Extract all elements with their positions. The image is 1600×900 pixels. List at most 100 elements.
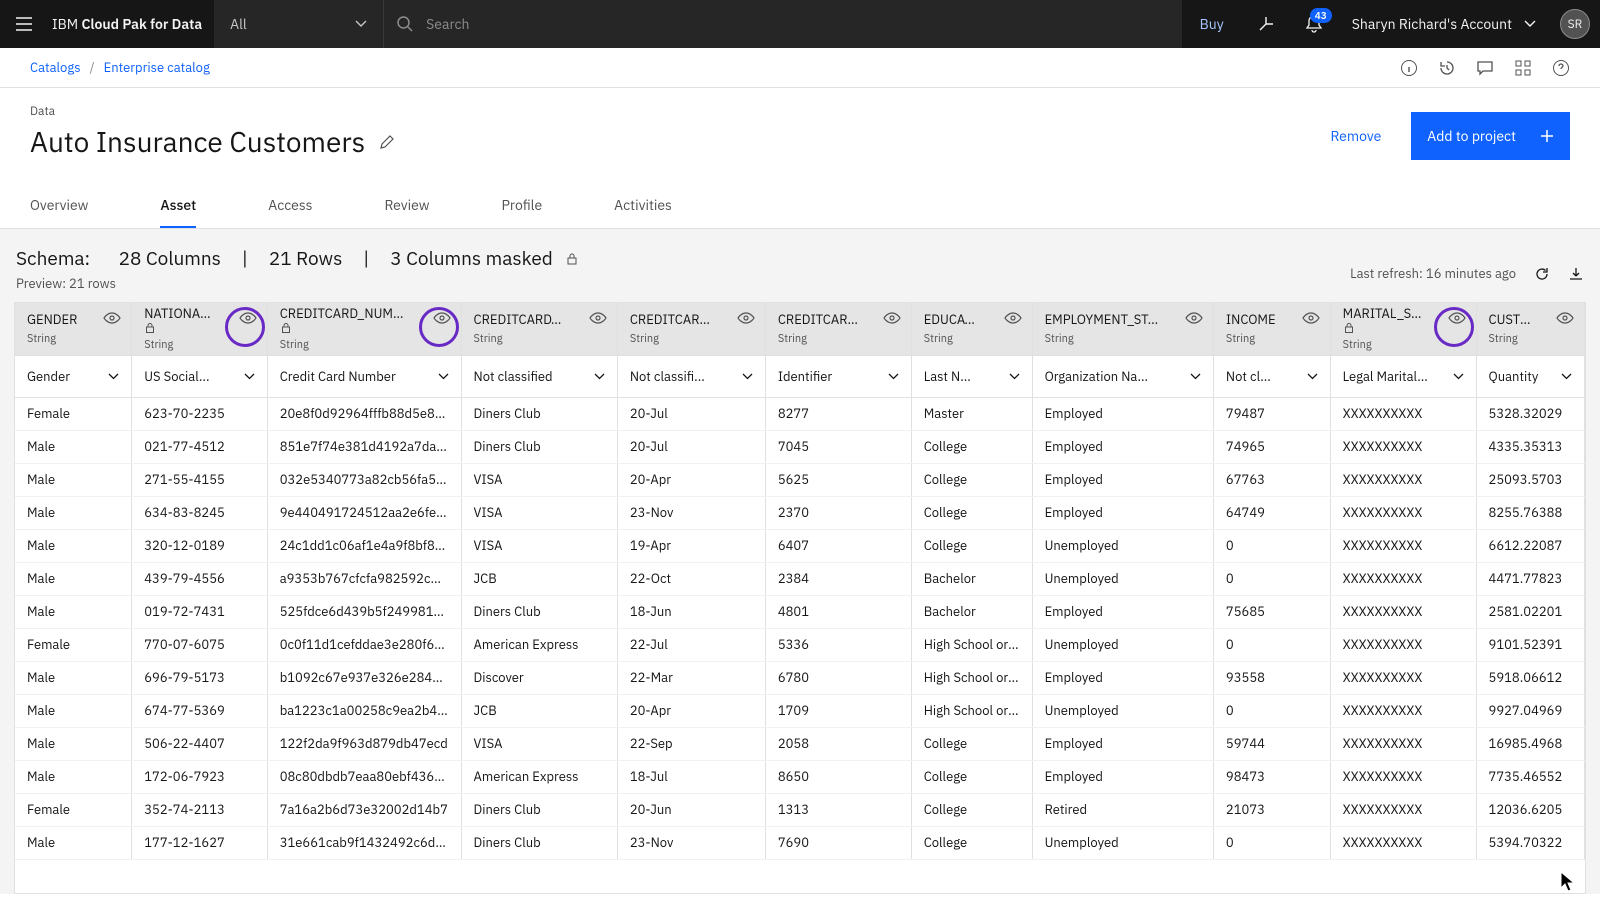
crumb-catalogs[interactable]: Catalogs	[30, 59, 81, 76]
table-cell: 623-70-2235	[132, 397, 267, 430]
eye-icon[interactable]	[1448, 311, 1466, 325]
eye-icon[interactable]	[883, 311, 901, 325]
table-cell: VISA	[461, 727, 617, 760]
table-cell: 019-72-7431	[132, 595, 267, 628]
tab-activities[interactable]: Activities	[614, 184, 672, 228]
table-cell: 24c1dd1c06af1e4a9f8bf890	[267, 529, 461, 562]
table-cell: 5394.70322	[1476, 826, 1584, 859]
title-area: Data Auto Insurance Customers Remove Add…	[0, 88, 1600, 166]
table-row: Female352-74-21137a16a2b6d73e32002d14b7D…	[15, 793, 1585, 826]
column-header[interactable]: INCOMEString	[1213, 303, 1330, 355]
column-header[interactable]: CREDITCARD...String	[617, 303, 765, 355]
table-cell: 25093.5703	[1476, 463, 1584, 496]
eye-icon[interactable]	[103, 311, 121, 325]
column-header[interactable]: CREDITCARD_...String	[461, 303, 617, 355]
tab-profile[interactable]: Profile	[502, 184, 543, 228]
table-cell: Diners Club	[461, 430, 617, 463]
avatar[interactable]: SR	[1560, 9, 1590, 39]
column-classifier[interactable]: Credit Card Number	[267, 355, 461, 397]
table-cell: 0c0f11d1cefddae3e280f677	[267, 628, 461, 661]
column-classifier[interactable]: Identifier	[765, 355, 911, 397]
column-classifier[interactable]: Last N...	[911, 355, 1032, 397]
info-icon[interactable]	[1400, 59, 1418, 77]
buy-link[interactable]: Buy	[1182, 0, 1242, 48]
eye-icon[interactable]	[433, 311, 451, 325]
eye-icon[interactable]	[1302, 311, 1320, 325]
add-to-project-button[interactable]: Add to project	[1411, 112, 1570, 160]
tab-review[interactable]: Review	[384, 184, 429, 228]
column-classifier[interactable]: Not classifi...	[617, 355, 765, 397]
table-cell: Male	[15, 496, 132, 529]
scope-dropdown[interactable]: All	[214, 0, 384, 48]
column-header[interactable]: CUSTOMERString	[1476, 303, 1584, 355]
data-table: GENDERStringNATIONAL_... StringCREDITCAR…	[14, 302, 1586, 894]
column-classifier[interactable]: Gender	[15, 355, 132, 397]
create-icon[interactable]	[1242, 0, 1290, 48]
last-refresh: Last refresh: 16 minutes ago	[1350, 265, 1516, 282]
column-classifier[interactable]: Organization Na...	[1032, 355, 1213, 397]
brand: IBM Cloud Pak for Data	[48, 15, 214, 33]
notification-badge: 43	[1310, 8, 1332, 23]
column-header[interactable]: MARITAL_STAT... String	[1330, 303, 1476, 355]
eye-icon[interactable]	[589, 311, 607, 325]
column-header[interactable]: NATIONAL_... String	[132, 303, 267, 355]
table-cell: 7690	[765, 826, 911, 859]
eye-icon[interactable]	[737, 311, 755, 325]
download-icon[interactable]	[1568, 266, 1584, 282]
table-cell: Bachelor	[911, 595, 1032, 628]
column-header[interactable]: GENDERString	[15, 303, 132, 355]
table-cell: College	[911, 430, 1032, 463]
search-input[interactable]: Search	[384, 0, 1182, 48]
table-cell: XXXXXXXXXX	[1330, 694, 1476, 727]
menu-icon[interactable]	[0, 0, 48, 48]
table-row: Male696-79-5173b1092c67e937e326e284eabDi…	[15, 661, 1585, 694]
column-classifier[interactable]: Quantity	[1476, 355, 1584, 397]
table-cell: 525fdce6d439b5f2499814b	[267, 595, 461, 628]
table-cell: XXXXXXXXXX	[1330, 430, 1476, 463]
help-icon[interactable]	[1552, 59, 1570, 77]
table-cell: 22-Mar	[617, 661, 765, 694]
tab-overview[interactable]: Overview	[30, 184, 88, 228]
column-header[interactable]: CREDITCARD_NUMB... String	[267, 303, 461, 355]
column-header[interactable]: CREDITCARD...String	[765, 303, 911, 355]
table-cell: Male	[15, 760, 132, 793]
chat-icon[interactable]	[1476, 59, 1494, 77]
column-classifier[interactable]: Not classified	[461, 355, 617, 397]
history-icon[interactable]	[1438, 59, 1456, 77]
table-cell: 8650	[765, 760, 911, 793]
column-header[interactable]: EMPLOYMENT_ST...String	[1032, 303, 1213, 355]
table-cell: American Express	[461, 628, 617, 661]
table-cell: Male	[15, 826, 132, 859]
table-cell: High School or Be	[911, 628, 1032, 661]
eye-icon[interactable]	[1185, 311, 1203, 325]
tab-asset[interactable]: Asset	[160, 184, 196, 228]
edit-icon[interactable]	[379, 134, 395, 150]
column-header[interactable]: EDUCATI...String	[911, 303, 1032, 355]
settings-icon[interactable]	[1514, 59, 1532, 77]
table-cell: XXXXXXXXXX	[1330, 793, 1476, 826]
table-cell: XXXXXXXXXX	[1330, 529, 1476, 562]
column-classifier[interactable]: US Social...	[132, 355, 267, 397]
crumb-enterprise-catalog[interactable]: Enterprise catalog	[104, 59, 210, 76]
table-cell: Diners Club	[461, 595, 617, 628]
table-cell: 0	[1213, 628, 1330, 661]
notifications-icon[interactable]: 43	[1290, 0, 1338, 48]
table-cell: 20-Jul	[617, 430, 765, 463]
table-cell: 8255.76388	[1476, 496, 1584, 529]
table-cell: 20-Apr	[617, 463, 765, 496]
table-cell: Employed	[1032, 661, 1213, 694]
table-cell: 6780	[765, 661, 911, 694]
eye-icon[interactable]	[1004, 311, 1022, 325]
refresh-icon[interactable]	[1534, 266, 1550, 282]
eye-icon[interactable]	[239, 311, 257, 325]
chevron-down-icon	[1524, 20, 1536, 28]
account-switcher[interactable]: Sharyn Richard's Account	[1338, 0, 1550, 48]
eye-icon[interactable]	[1556, 311, 1574, 325]
table-cell: XXXXXXXXXX	[1330, 496, 1476, 529]
table-cell: College	[911, 760, 1032, 793]
tab-access[interactable]: Access	[268, 184, 312, 228]
column-classifier[interactable]: Legal Marital...	[1330, 355, 1476, 397]
column-classifier[interactable]: Not cl...	[1213, 355, 1330, 397]
table-cell: 74965	[1213, 430, 1330, 463]
remove-button[interactable]: Remove	[1314, 115, 1397, 157]
